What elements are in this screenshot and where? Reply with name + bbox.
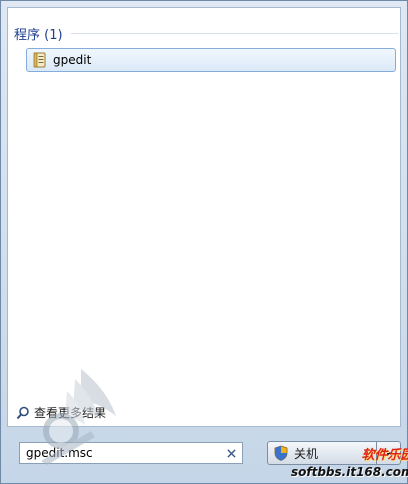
result-item-label: gpedit [53,53,92,67]
result-item-gpedit[interactable]: gpedit [26,48,396,72]
policy-document-icon [33,52,46,68]
group-title: 程序 (1) [14,27,63,43]
search-results-pane: 程序 (1) gpedit 查看更多结果 [7,7,401,427]
group-divider [70,33,398,34]
shutdown-button[interactable]: 关机 [267,441,377,465]
search-box[interactable] [19,442,243,464]
shutdown-options-button[interactable] [377,441,401,465]
start-menu: 程序 (1) gpedit 查看更多结果 gpedit.msc 关机 软件乐 s… [0,0,408,484]
watermark-site: softbbs.it168.com [291,465,408,479]
shield-icon [274,445,288,461]
results-group-header: 程序 (1) [14,24,398,43]
chevron-right-icon [386,450,391,456]
shutdown-button-group: 关机 [267,441,401,465]
close-icon[interactable] [224,446,238,460]
see-more-label: 查看更多结果 [34,406,107,420]
search-input[interactable] [26,446,224,460]
shutdown-label: 关机 [294,446,319,461]
search-icon [16,406,29,419]
see-more-results-link[interactable]: 查看更多结果 [16,404,106,421]
